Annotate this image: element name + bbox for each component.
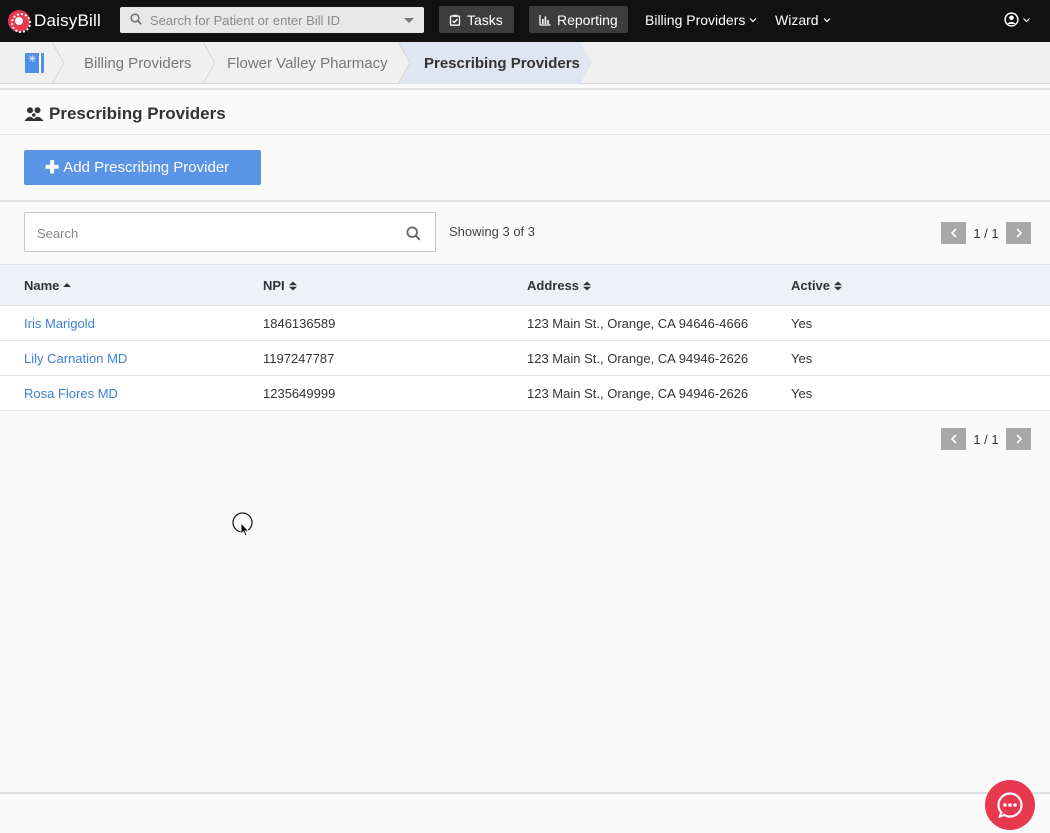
breadcrumb-item-billing-providers[interactable]: Billing Providers <box>84 42 192 84</box>
user-circle-icon <box>1004 12 1019 27</box>
pager-bottom: 1 / 1 <box>941 428 1031 450</box>
wizard-menu[interactable]: Wizard <box>775 12 831 28</box>
chevron-right-icon <box>1015 228 1022 238</box>
table-search-input[interactable] <box>37 223 397 243</box>
search-icon <box>130 13 142 25</box>
table-row: Iris Marigold 1846136589 123 Main St., O… <box>0 306 1050 341</box>
tasks-icon <box>449 14 461 26</box>
user-menu[interactable] <box>1004 12 1031 27</box>
brand-name: DaisyBill <box>34 11 101 30</box>
chevron-right-icon <box>1015 434 1022 444</box>
users-icon <box>24 107 44 121</box>
sort-icon <box>583 281 592 290</box>
provider-address: 123 Main St., Orange, CA 94946-2626 <box>527 351 749 366</box>
chevron-left-icon <box>950 228 957 238</box>
chevron-down-icon <box>749 18 757 23</box>
page-indicator: 1 / 1 <box>973 225 999 241</box>
plus-icon: ✚ <box>45 157 60 177</box>
pager-top: 1 / 1 <box>941 222 1031 244</box>
chevron-left-icon <box>950 434 957 444</box>
search-icon[interactable] <box>406 226 421 241</box>
footer-divider <box>0 792 1050 794</box>
provider-active: Yes <box>791 386 813 401</box>
page-indicator: 1 / 1 <box>973 431 999 447</box>
provider-active: Yes <box>791 316 813 331</box>
column-label: Name <box>24 278 60 293</box>
table-row: Lily Carnation MD 1197247787 123 Main St… <box>0 341 1050 376</box>
wizard-label: Wizard <box>775 12 819 28</box>
showing-count: Showing 3 of 3 <box>449 224 536 239</box>
provider-name-link[interactable]: Iris Marigold <box>24 316 95 331</box>
chevron-down-icon <box>1023 17 1030 22</box>
global-search[interactable] <box>120 7 424 33</box>
section-divider <box>0 200 1050 202</box>
table-header: Name NPI Address Active <box>0 264 1050 306</box>
reporting-label: Reporting <box>557 11 618 28</box>
chat-button[interactable] <box>985 780 1035 830</box>
home-icon <box>25 53 44 73</box>
column-label: Address <box>527 278 580 293</box>
tasks-label: Tasks <box>467 11 503 28</box>
breadcrumb-separator <box>398 42 410 84</box>
column-header-npi[interactable]: NPI <box>263 278 297 293</box>
sort-icon <box>834 281 843 290</box>
chat-icon <box>997 792 1023 818</box>
breadcrumb-separator <box>580 42 592 84</box>
provider-active: Yes <box>791 351 813 366</box>
chevron-down-icon <box>823 18 830 23</box>
column-header-name[interactable]: Name <box>24 278 72 293</box>
dropdown-caret-icon[interactable] <box>404 18 414 23</box>
top-navbar: DaisyBill Tasks Reporting Billing Provid… <box>0 0 1050 42</box>
table-search[interactable] <box>24 212 436 252</box>
column-header-address[interactable]: Address <box>527 278 592 293</box>
tasks-button[interactable]: Tasks <box>439 6 514 33</box>
breadcrumb-separator <box>203 42 215 84</box>
sort-icon <box>288 281 297 290</box>
prev-page-button[interactable] <box>941 428 966 450</box>
breadcrumb-separator <box>52 42 64 84</box>
prev-page-button[interactable] <box>941 222 966 244</box>
table-row: Rosa Flores MD 1235649999 123 Main St., … <box>0 376 1050 411</box>
provider-npi: 1846136589 <box>263 316 336 331</box>
column-header-active[interactable]: Active <box>791 278 843 293</box>
page-header: Prescribing Providers <box>0 92 1050 135</box>
breadcrumb-item-prescribing-providers: Prescribing Providers <box>410 42 580 84</box>
provider-npi: 1235649999 <box>263 386 336 401</box>
add-prescribing-provider-button[interactable]: ✚ Add Prescribing Provider <box>24 150 261 185</box>
billing-providers-menu[interactable]: Billing Providers <box>645 12 757 28</box>
billing-providers-label: Billing Providers <box>645 12 746 28</box>
provider-address: 123 Main St., Orange, CA 94946-2626 <box>527 386 749 401</box>
breadcrumb: Billing Providers Flower Valley Pharmacy… <box>0 42 1050 84</box>
mouse-cursor-icon <box>232 512 253 537</box>
daisy-logo-icon <box>8 10 31 33</box>
provider-name-link[interactable]: Rosa Flores MD <box>24 386 118 401</box>
brand-logo[interactable]: DaisyBill <box>8 9 101 33</box>
reporting-button[interactable]: Reporting <box>529 6 628 33</box>
breadcrumb-divider <box>0 88 1050 90</box>
reporting-chart-icon <box>539 14 551 26</box>
provider-name-link[interactable]: Lily Carnation MD <box>24 351 127 366</box>
provider-address: 123 Main St., Orange, CA 94646-4666 <box>527 316 749 331</box>
breadcrumb-item-flower-valley-pharmacy[interactable]: Flower Valley Pharmacy <box>227 42 388 84</box>
next-page-button[interactable] <box>1006 222 1031 244</box>
global-search-input[interactable] <box>150 10 390 30</box>
page-title: Prescribing Providers <box>49 104 226 123</box>
next-page-button[interactable] <box>1006 428 1031 450</box>
sort-asc-icon <box>63 282 72 287</box>
add-button-label: Add Prescribing Provider <box>63 159 230 176</box>
provider-npi: 1197247787 <box>263 351 335 366</box>
column-label: Active <box>791 278 831 293</box>
column-label: NPI <box>263 278 285 293</box>
